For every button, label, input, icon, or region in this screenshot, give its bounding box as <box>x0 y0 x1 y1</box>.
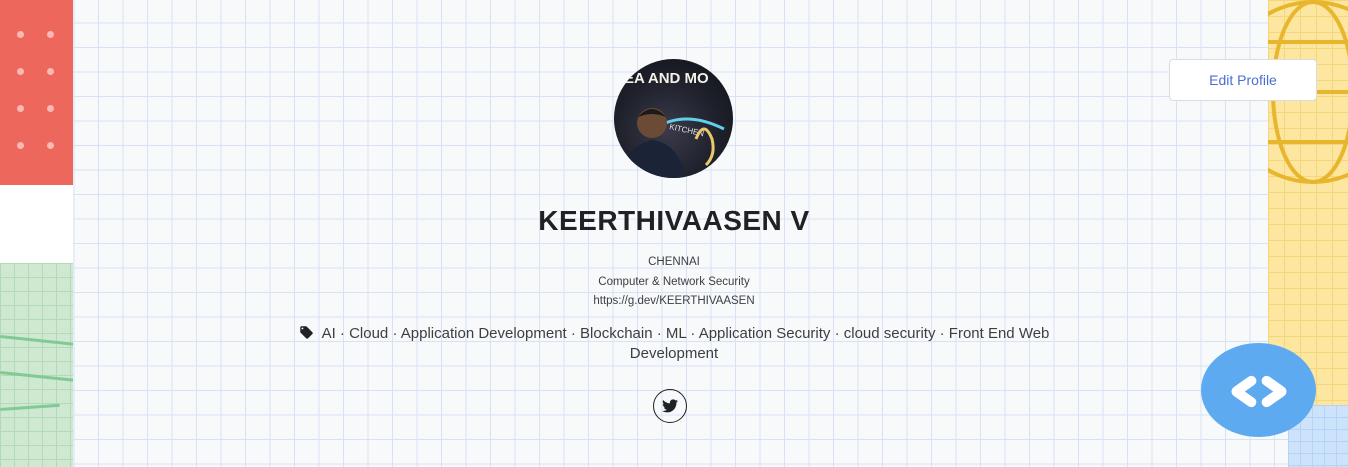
avatar-sign-text: EA AND MO <box>624 70 709 87</box>
globe-icon <box>1268 0 1348 184</box>
red-pattern-block <box>0 0 73 185</box>
profile-field: Computer & Network Security <box>598 276 750 288</box>
avatar: EA AND MO KITCHEN <box>614 59 733 178</box>
tags-text-line1: AI · Cloud · Application Development · B… <box>321 325 1050 342</box>
tags-text-line2: Development <box>629 345 719 362</box>
tag-icon <box>299 326 313 339</box>
profile-city: CHENNAI <box>648 256 700 268</box>
edit-profile-button[interactable]: Edit Profile <box>1169 59 1317 101</box>
green-pattern-block <box>0 263 73 467</box>
profile-name: KEERTHIVAASEN V <box>538 205 810 236</box>
twitter-link-button[interactable] <box>653 389 687 423</box>
interest-tags: AI · Cloud · Application Development · B… <box>0 324 1348 364</box>
profile-url[interactable]: https://g.dev/KEERTHIVAASEN <box>0 295 1348 307</box>
twitter-icon <box>662 399 678 413</box>
